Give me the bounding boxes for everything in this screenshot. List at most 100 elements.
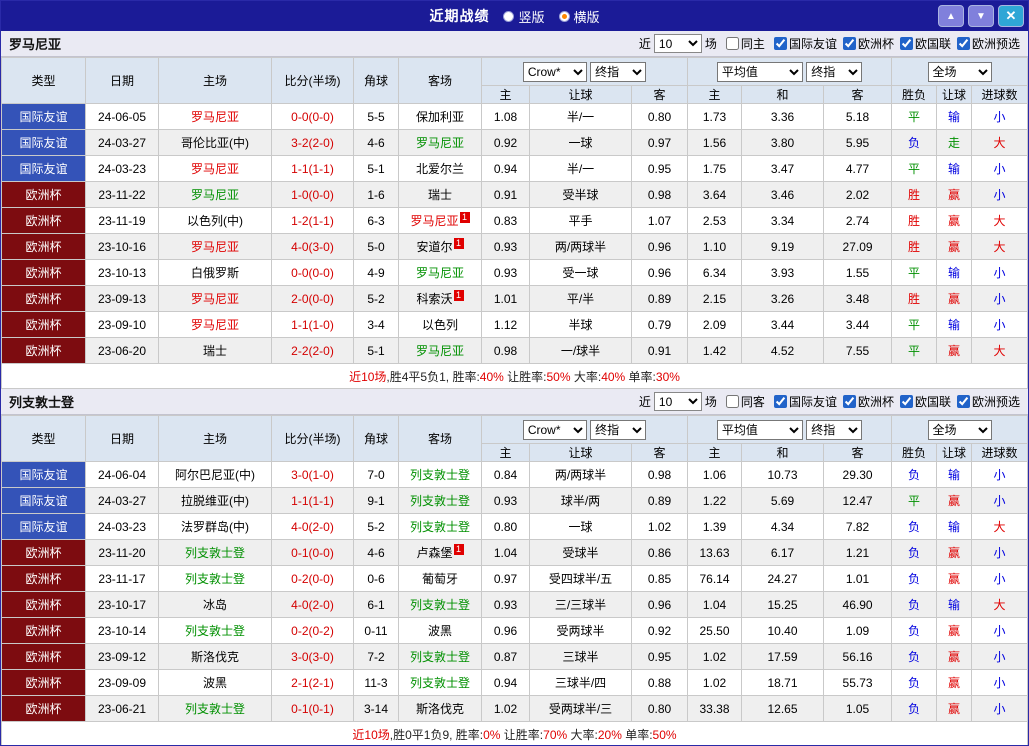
score-cell[interactable]: 4-0(2-0) [271, 591, 354, 618]
home-team[interactable]: 罗马尼亚 [158, 103, 272, 130]
league-checkbox[interactable] [773, 36, 787, 50]
away-team[interactable]: 保加利亚 [398, 103, 482, 130]
score-cell[interactable]: 0-0(0-0) [271, 259, 354, 286]
avg-time-select[interactable]: 终指 [806, 419, 863, 440]
away-team[interactable]: 以色列 [398, 311, 482, 338]
league-checkbox[interactable] [773, 394, 787, 408]
away-team[interactable]: 列支敦士登 [398, 461, 482, 488]
away-team[interactable]: 安道尔 1 [398, 233, 482, 260]
score-cell[interactable]: 1-1(1-0) [271, 311, 354, 338]
home-team[interactable]: 波黑 [158, 669, 272, 696]
home-team[interactable]: 以色列(中) [158, 207, 272, 234]
league-filter[interactable]: 欧国联 [899, 393, 951, 410]
score-cell[interactable]: 3-2(2-0) [271, 129, 354, 156]
avg-time-select[interactable]: 终指 [806, 61, 863, 82]
away-team[interactable]: 斯洛伐克 [398, 695, 482, 722]
score-cell[interactable]: 0-2(0-2) [271, 617, 354, 644]
home-team[interactable]: 列支敦士登 [158, 617, 272, 644]
home-team[interactable]: 斯洛伐克 [158, 643, 272, 670]
away-team[interactable]: 罗马尼亚 [398, 129, 482, 156]
same-venue-filter[interactable]: 同主 [725, 35, 765, 52]
scope-select[interactable]: 全场 [927, 61, 992, 82]
away-team[interactable]: 列支敦士登 [398, 669, 482, 696]
home-team[interactable]: 列支敦士登 [158, 565, 272, 592]
score-cell[interactable]: 2-2(2-0) [271, 337, 354, 364]
away-team[interactable]: 北爱尔兰 [398, 155, 482, 182]
score-cell[interactable]: 0-1(0-0) [271, 539, 354, 566]
home-team[interactable]: 列支敦士登 [158, 539, 272, 566]
league-filter[interactable]: 欧洲预选 [956, 393, 1020, 410]
score-cell[interactable]: 1-2(1-1) [271, 207, 354, 234]
home-team[interactable]: 拉脱维亚(中) [158, 487, 272, 514]
home-team[interactable]: 罗马尼亚 [158, 311, 272, 338]
away-team[interactable]: 列支敦士登 [398, 591, 482, 618]
home-team[interactable]: 冰岛 [158, 591, 272, 618]
layout-radio-vertical[interactable]: 竖版 [503, 7, 545, 26]
score-cell[interactable]: 0-2(0-0) [271, 565, 354, 592]
result-goals: 小 [971, 539, 1028, 566]
league-filter[interactable]: 欧洲预选 [956, 35, 1020, 52]
handicap-line: 三球半 [529, 643, 632, 670]
away-team[interactable]: 列支敦士登 [398, 643, 482, 670]
home-team[interactable]: 罗马尼亚 [158, 233, 272, 260]
score-cell[interactable]: 2-1(2-1) [271, 669, 354, 696]
scroll-down-button[interactable]: ▼ [968, 5, 994, 27]
home-team[interactable]: 罗马尼亚 [158, 155, 272, 182]
league-filter[interactable]: 国际友谊 [773, 35, 837, 52]
away-team[interactable]: 列支敦士登 [398, 487, 482, 514]
same-venue-checkbox[interactable] [725, 395, 739, 408]
league-checkbox[interactable] [956, 36, 970, 50]
home-team[interactable]: 瑞士 [158, 337, 272, 364]
league-checkbox[interactable] [956, 394, 970, 408]
score-cell[interactable]: 3-0(3-0) [271, 643, 354, 670]
score-cell[interactable]: 1-0(0-0) [271, 181, 354, 208]
league-checkbox[interactable] [899, 36, 913, 50]
league-filter[interactable]: 国际友谊 [773, 393, 837, 410]
home-team[interactable]: 哥伦比亚(中) [158, 129, 272, 156]
score-cell[interactable]: 1-1(1-1) [271, 155, 354, 182]
score-cell[interactable]: 0-0(0-0) [271, 103, 354, 130]
score-cell[interactable]: 2-0(0-0) [271, 285, 354, 312]
score-cell[interactable]: 1-1(1-1) [271, 487, 354, 514]
away-team[interactable]: 罗马尼亚 [398, 337, 482, 364]
match-count-select[interactable]: 10 [653, 392, 702, 411]
league-filter[interactable]: 欧洲杯 [842, 393, 894, 410]
league-checkbox[interactable] [842, 394, 856, 408]
league-checkbox[interactable] [899, 394, 913, 408]
home-team[interactable]: 法罗群岛(中) [158, 513, 272, 540]
odds-source-select[interactable]: Crow* [522, 419, 587, 440]
match-date: 24-06-05 [85, 103, 159, 130]
home-team[interactable]: 罗马尼亚 [158, 285, 272, 312]
avg-source-select[interactable]: 平均值 [716, 419, 803, 440]
away-team[interactable]: 卢森堡 1 [398, 539, 482, 566]
scope-select[interactable]: 全场 [927, 419, 992, 440]
score-cell[interactable]: 3-0(1-0) [271, 461, 354, 488]
home-team[interactable]: 罗马尼亚 [158, 181, 272, 208]
away-team[interactable]: 罗马尼亚 [398, 259, 482, 286]
match-count-select[interactable]: 10 [653, 34, 702, 53]
away-team[interactable]: 葡萄牙 [398, 565, 482, 592]
league-filter[interactable]: 欧国联 [899, 35, 951, 52]
away-team[interactable]: 罗马尼亚 1 [398, 207, 482, 234]
league-filter[interactable]: 欧洲杯 [842, 35, 894, 52]
odds-source-select[interactable]: Crow* [522, 61, 587, 82]
close-button[interactable]: ✕ [998, 5, 1024, 27]
score-cell[interactable]: 0-1(0-1) [271, 695, 354, 722]
league-checkbox[interactable] [842, 36, 856, 50]
home-team[interactable]: 阿尔巴尼亚(中) [158, 461, 272, 488]
away-team[interactable]: 科索沃 1 [398, 285, 482, 312]
same-venue-checkbox[interactable] [725, 37, 739, 50]
away-team[interactable]: 波黑 [398, 617, 482, 644]
away-team[interactable]: 瑞士 [398, 181, 482, 208]
score-cell[interactable]: 4-0(2-0) [271, 513, 354, 540]
odds-time-select[interactable]: 终指 [590, 419, 647, 440]
score-cell[interactable]: 4-0(3-0) [271, 233, 354, 260]
same-venue-filter[interactable]: 同客 [725, 393, 765, 410]
scroll-up-button[interactable]: ▲ [938, 5, 964, 27]
home-team[interactable]: 白俄罗斯 [158, 259, 272, 286]
odds-time-select[interactable]: 终指 [590, 61, 647, 82]
layout-radio-horizontal[interactable]: 横版 [558, 7, 600, 26]
away-team[interactable]: 列支敦士登 [398, 513, 482, 540]
avg-source-select[interactable]: 平均值 [716, 61, 803, 82]
home-team[interactable]: 列支敦士登 [158, 695, 272, 722]
